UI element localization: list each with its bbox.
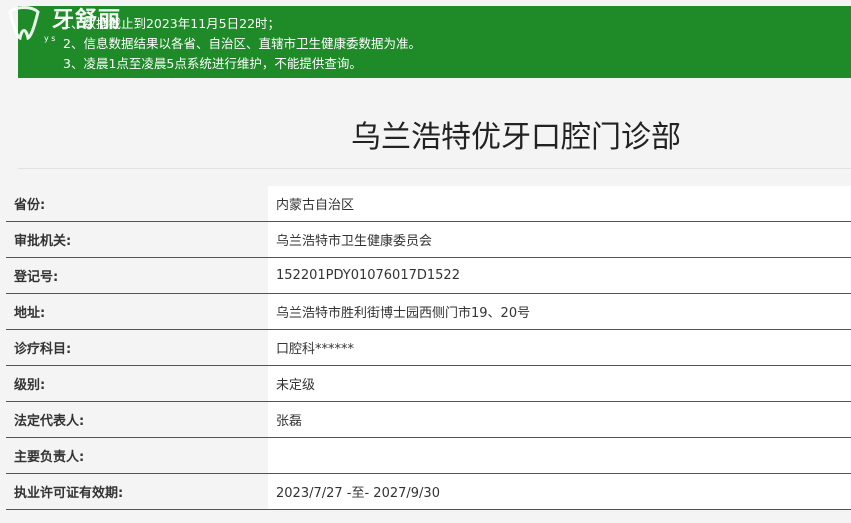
detail-value: 152201PDY01076017D1522: [268, 258, 851, 293]
detail-value: 张磊: [268, 402, 851, 437]
detail-label: 法定代表人:: [6, 402, 268, 437]
brand-sub: y s: [44, 34, 56, 43]
detail-label: 诊疗科目:: [6, 330, 268, 365]
detail-label: 省份:: [6, 186, 268, 221]
detail-value: 内蒙古自治区: [268, 186, 851, 221]
detail-row-registration: 登记号: 152201PDY01076017D1522: [6, 258, 851, 294]
detail-label: 地址:: [6, 294, 268, 329]
notice-line-3: 3、凌晨1点至凌晨5点系统进行维护，不能提供查询。: [63, 56, 362, 71]
detail-value: [268, 438, 851, 473]
detail-value: 乌兰浩特市卫生健康委员会: [268, 222, 851, 257]
brand-logo: 牙舒丽 y s: [0, 0, 130, 44]
detail-value: 2023/7/27 -至- 2027/9/30: [268, 474, 851, 509]
tooth-logo-icon: [8, 6, 40, 40]
detail-label: 登记号:: [6, 258, 268, 293]
detail-row-license-validity: 执业许可证有效期: 2023/7/27 -至- 2027/9/30: [6, 474, 851, 510]
clinic-title: 乌兰浩特优牙口腔门诊部: [351, 120, 681, 155]
detail-label: 主要负责人:: [6, 438, 268, 473]
notice-line-1: 1、数据截止到2023年11月5日22时；: [63, 16, 281, 31]
notice-banner: 1、数据截止到2023年11月5日22时； 2、信息数据结果以各省、自治区、直辖…: [18, 6, 851, 78]
details-table: 省份: 内蒙古自治区 审批机关: 乌兰浩特市卫生健康委员会 登记号: 15220…: [6, 186, 851, 510]
detail-row-province: 省份: 内蒙古自治区: [6, 186, 851, 222]
detail-label: 执业许可证有效期:: [6, 474, 268, 509]
detail-row-principal: 主要负责人:: [6, 438, 851, 474]
detail-label: 审批机关:: [6, 222, 268, 257]
detail-value: 口腔科******: [268, 330, 851, 365]
detail-row-departments: 诊疗科目: 口腔科******: [6, 330, 851, 366]
detail-label: 级别:: [6, 366, 268, 401]
brand-name: 牙舒丽: [52, 7, 122, 33]
notice-line-2: 2、信息数据结果以各省、自治区、直辖市卫生健康委数据为准。: [63, 36, 421, 51]
detail-value: 未定级: [268, 366, 851, 401]
detail-row-legal-rep: 法定代表人: 张磊: [6, 402, 851, 438]
title-section: 乌兰浩特优牙口腔门诊部: [18, 96, 851, 169]
detail-value: 乌兰浩特市胜利街博士园西侧门市19、20号: [268, 294, 851, 329]
detail-row-authority: 审批机关: 乌兰浩特市卫生健康委员会: [6, 222, 851, 258]
detail-row-address: 地址: 乌兰浩特市胜利街博士园西侧门市19、20号: [6, 294, 851, 330]
detail-row-level: 级别: 未定级: [6, 366, 851, 402]
